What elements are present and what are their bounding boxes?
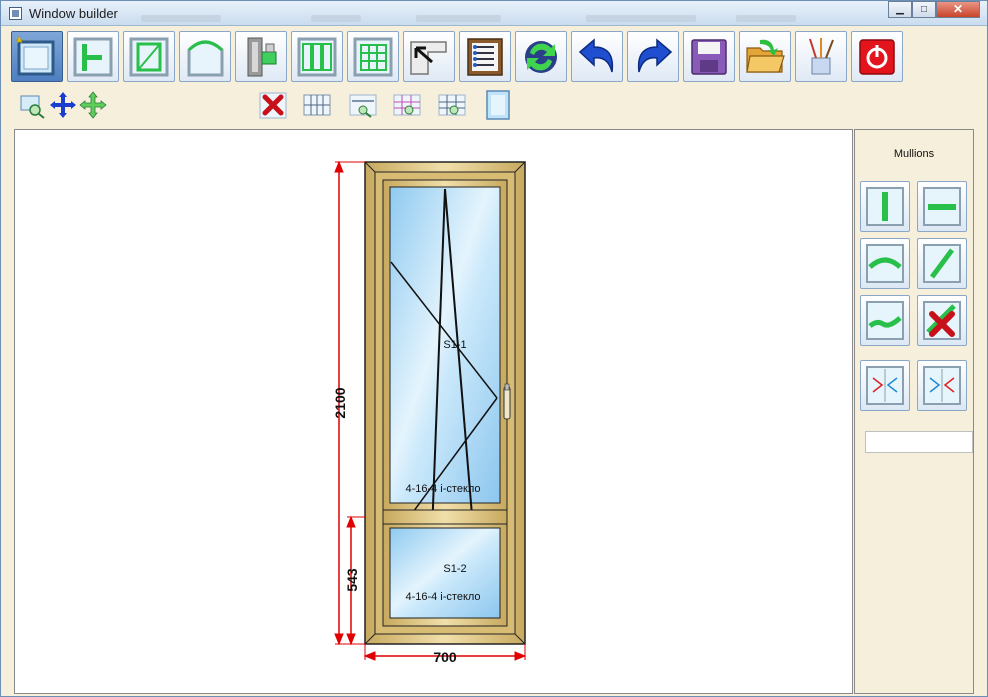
- delete-mullion-icon: [923, 301, 961, 340]
- layout-zoom-icon: [438, 94, 466, 116]
- glass-pane-button[interactable]: [484, 90, 512, 120]
- paint-brushes-icon: [809, 38, 834, 75]
- refresh-icon: [525, 41, 557, 73]
- layout-zoom-button[interactable]: [438, 90, 466, 120]
- refresh-button[interactable]: [515, 31, 567, 82]
- mirror-left-icon: [866, 366, 904, 405]
- dimension-button[interactable]: [349, 90, 377, 120]
- height-dimension-label: 2100: [332, 387, 348, 418]
- curved-mullion-icon: [866, 244, 904, 283]
- open-folder-icon: [746, 39, 785, 73]
- sash-icon: [129, 37, 169, 77]
- delete-icon: [259, 92, 287, 119]
- width-dimension-label: 700: [433, 649, 457, 665]
- pan-icon: [50, 92, 76, 118]
- wave-mullion-button[interactable]: [860, 295, 910, 346]
- horizontal-mullion-button[interactable]: [917, 181, 967, 232]
- curved-mullion-button[interactable]: [860, 238, 910, 289]
- undo-button[interactable]: [571, 31, 623, 82]
- dimension-icon: [349, 94, 377, 118]
- triple-sash-button[interactable]: [291, 31, 343, 82]
- transom-bar[interactable]: [382, 509, 508, 525]
- paint-brushes-button[interactable]: [795, 31, 847, 82]
- save-button[interactable]: [683, 31, 735, 82]
- lower-sash-label: S1-2: [443, 563, 466, 575]
- delete-button[interactable]: [259, 90, 287, 120]
- new-window-icon: [16, 36, 55, 76]
- window-title: Window builder: [29, 6, 118, 21]
- title-ghost-text: [736, 15, 796, 22]
- glazing-bars-icon: [303, 94, 331, 116]
- grid-zoom-button[interactable]: [393, 90, 421, 120]
- properties-list-icon: [467, 38, 503, 76]
- lower-height-dimension-label: 543: [344, 568, 360, 592]
- mullion-button[interactable]: [67, 31, 119, 82]
- maximize-button[interactable]: □: [912, 1, 936, 18]
- zoom-window-icon: [20, 95, 45, 119]
- exit-button[interactable]: [851, 31, 903, 82]
- new-window-button[interactable]: [11, 31, 63, 82]
- open-folder-button[interactable]: [739, 31, 791, 82]
- panel-input-field[interactable]: [865, 431, 973, 453]
- properties-list-button[interactable]: [459, 31, 511, 82]
- profile-button[interactable]: [235, 31, 287, 82]
- triple-sash-icon: [297, 37, 337, 77]
- window-builder-app: Window builder ▁ □ ✕ S1-1 4-16-4 i-стекл…: [0, 0, 988, 697]
- undo-icon: [578, 38, 614, 73]
- exit-icon: [859, 39, 895, 75]
- vertical-mullion-button[interactable]: [860, 181, 910, 232]
- mirror-left-button[interactable]: [860, 360, 910, 411]
- mirror-right-icon: [923, 366, 961, 405]
- diagonal-mullion-icon: [923, 244, 961, 283]
- corner-connector-icon: [410, 41, 447, 75]
- glazing-bars-button[interactable]: [303, 90, 331, 120]
- lower-pane[interactable]: [382, 523, 508, 627]
- grid-layout-icon: [353, 37, 393, 77]
- move-button[interactable]: [79, 90, 107, 120]
- minimize-button[interactable]: ▁: [888, 1, 912, 18]
- title-bar: Window builder ▁ □ ✕: [1, 1, 987, 26]
- arch-icon: [187, 40, 224, 77]
- title-ghost-text: [311, 15, 361, 22]
- vertical-mullion-icon: [866, 187, 904, 226]
- sash-button[interactable]: [123, 31, 175, 82]
- close-button[interactable]: ✕: [936, 1, 980, 18]
- delete-mullion-button[interactable]: [917, 295, 967, 346]
- lower-glass-label: 4-16-4 i-стекло: [405, 591, 480, 603]
- horizontal-mullion-icon: [923, 187, 961, 226]
- pan-button[interactable]: [49, 90, 77, 120]
- diagonal-mullion-button[interactable]: [917, 238, 967, 289]
- arch-button[interactable]: [179, 31, 231, 82]
- glass-pane-icon: [486, 90, 510, 120]
- grid-zoom-icon: [393, 94, 421, 116]
- drawing-canvas[interactable]: S1-1 4-16-4 i-стекло S1-2 4-16-4 i-стекл…: [14, 129, 853, 694]
- upper-glass-label: 4-16-4 i-стекло: [405, 483, 480, 495]
- panel-title: Mullions: [893, 148, 935, 160]
- title-ghost-text: [586, 15, 696, 22]
- mullions-panel: Mullions: [854, 129, 974, 694]
- grid-layout-button[interactable]: [347, 31, 399, 82]
- save-icon: [691, 39, 727, 75]
- redo-icon: [637, 38, 673, 73]
- mirror-right-button[interactable]: [917, 360, 967, 411]
- window-drawing: S1-1 4-16-4 i-стекло S1-2 4-16-4 i-стекл…: [332, 160, 527, 665]
- title-ghost-text: [416, 15, 501, 22]
- profile-icon: [247, 37, 277, 77]
- upper-sash-label: S1-1: [443, 339, 466, 351]
- title-ghost-text: [141, 15, 221, 22]
- app-window-icon: [9, 7, 22, 20]
- mullion-icon: [73, 37, 113, 77]
- move-icon: [79, 91, 107, 119]
- corner-connector-button[interactable]: [403, 31, 455, 82]
- wave-mullion-icon: [866, 301, 904, 340]
- zoom-window-button[interactable]: [19, 90, 47, 120]
- redo-button[interactable]: [627, 31, 679, 82]
